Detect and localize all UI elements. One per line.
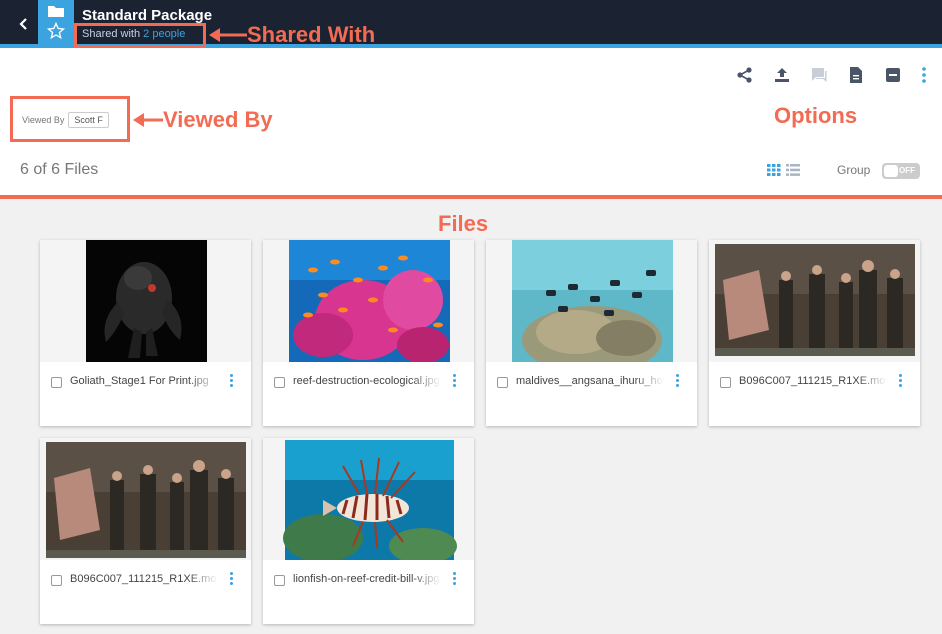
star-icon[interactable]: [47, 22, 65, 40]
file-more-button[interactable]: [673, 374, 681, 388]
more-options-button[interactable]: [920, 65, 928, 85]
view-toggle: [767, 164, 800, 176]
comment-icon: [812, 68, 827, 82]
folder-icon: [48, 6, 64, 17]
file-more-button[interactable]: [896, 374, 904, 388]
file-thumbnail[interactable]: [486, 240, 697, 362]
grid-view-icon[interactable]: [767, 164, 781, 176]
file-card[interactable]: Goliath_Stage1 For Print.jpg: [40, 240, 251, 426]
files-annotation: Files: [438, 211, 489, 236]
file-more-button[interactable]: [450, 374, 458, 388]
file-more-button[interactable]: [227, 374, 235, 388]
upload-button[interactable]: [772, 65, 792, 85]
shared-with-highlight: [74, 23, 206, 48]
minus-square-icon: [886, 68, 900, 82]
document-icon: [850, 67, 862, 83]
document-button[interactable]: [846, 65, 866, 85]
file-thumbnail[interactable]: [263, 438, 474, 560]
viewed-by-highlight: [10, 96, 130, 142]
file-thumbnail[interactable]: [40, 438, 251, 560]
shared-with-arrow-icon: [209, 28, 247, 42]
file-name[interactable]: lionfish-on-reef-credit-bill-v.jpg: [293, 573, 441, 585]
file-checkbox[interactable]: [51, 575, 62, 586]
file-count: 6 of 6 Files: [20, 161, 99, 178]
list-view-icon[interactable]: [786, 164, 800, 176]
file-card[interactable]: B096C007_111215_R1XE.mov: [40, 438, 251, 624]
file-more-button[interactable]: [450, 572, 458, 586]
group-toggle[interactable]: OFF: [882, 163, 920, 179]
back-button[interactable]: [14, 14, 34, 34]
file-card[interactable]: lionfish-on-reef-credit-bill-v.jpg: [263, 438, 474, 624]
options-toolbar: [735, 64, 928, 86]
comment-button[interactable]: [809, 65, 829, 85]
file-card[interactable]: reef-destruction-ecological.jpg: [263, 240, 474, 426]
file-thumbnail[interactable]: [263, 240, 474, 362]
file-more-button[interactable]: [227, 572, 235, 586]
file-checkbox[interactable]: [274, 377, 285, 388]
options-annotation: Options: [774, 103, 858, 128]
group-label: Group: [837, 163, 871, 177]
chevron-left-icon: [19, 18, 27, 30]
upload-icon: [775, 68, 789, 82]
file-name[interactable]: Goliath_Stage1 For Print.jpg: [70, 375, 218, 387]
section-divider: [0, 195, 942, 199]
package-tile: [38, 0, 74, 46]
more-vertical-icon: [922, 67, 926, 83]
file-name[interactable]: reef-destruction-ecological.jpg: [293, 375, 441, 387]
toggle-state: OFF: [899, 166, 915, 175]
file-checkbox[interactable]: [51, 377, 62, 388]
toggle-knob: [884, 165, 898, 177]
viewed-by-arrow-icon: [133, 113, 163, 127]
share-icon: [737, 67, 752, 83]
viewed-by-annotation: Viewed By: [163, 107, 273, 132]
share-button[interactable]: [735, 65, 755, 85]
file-checkbox[interactable]: [497, 377, 508, 388]
shared-with-annotation: Shared With: [247, 22, 376, 47]
file-name[interactable]: maldives__angsana_ihuru_house-reef.jpg: [516, 375, 664, 387]
file-checkbox[interactable]: [720, 377, 731, 388]
file-checkbox[interactable]: [274, 575, 285, 586]
file-thumbnail[interactable]: [40, 240, 251, 362]
file-name[interactable]: B096C007_111215_R1XE.mov: [70, 573, 218, 585]
package-title: Standard Package: [82, 7, 213, 24]
file-card[interactable]: maldives__angsana_ihuru_house-reef.jpg: [486, 240, 697, 426]
file-card[interactable]: B096C007_111215_R1XE.mov: [709, 240, 920, 426]
remove-button[interactable]: [883, 65, 903, 85]
file-name[interactable]: B096C007_111215_R1XE.mov: [739, 375, 887, 387]
file-thumbnail[interactable]: [709, 240, 920, 362]
